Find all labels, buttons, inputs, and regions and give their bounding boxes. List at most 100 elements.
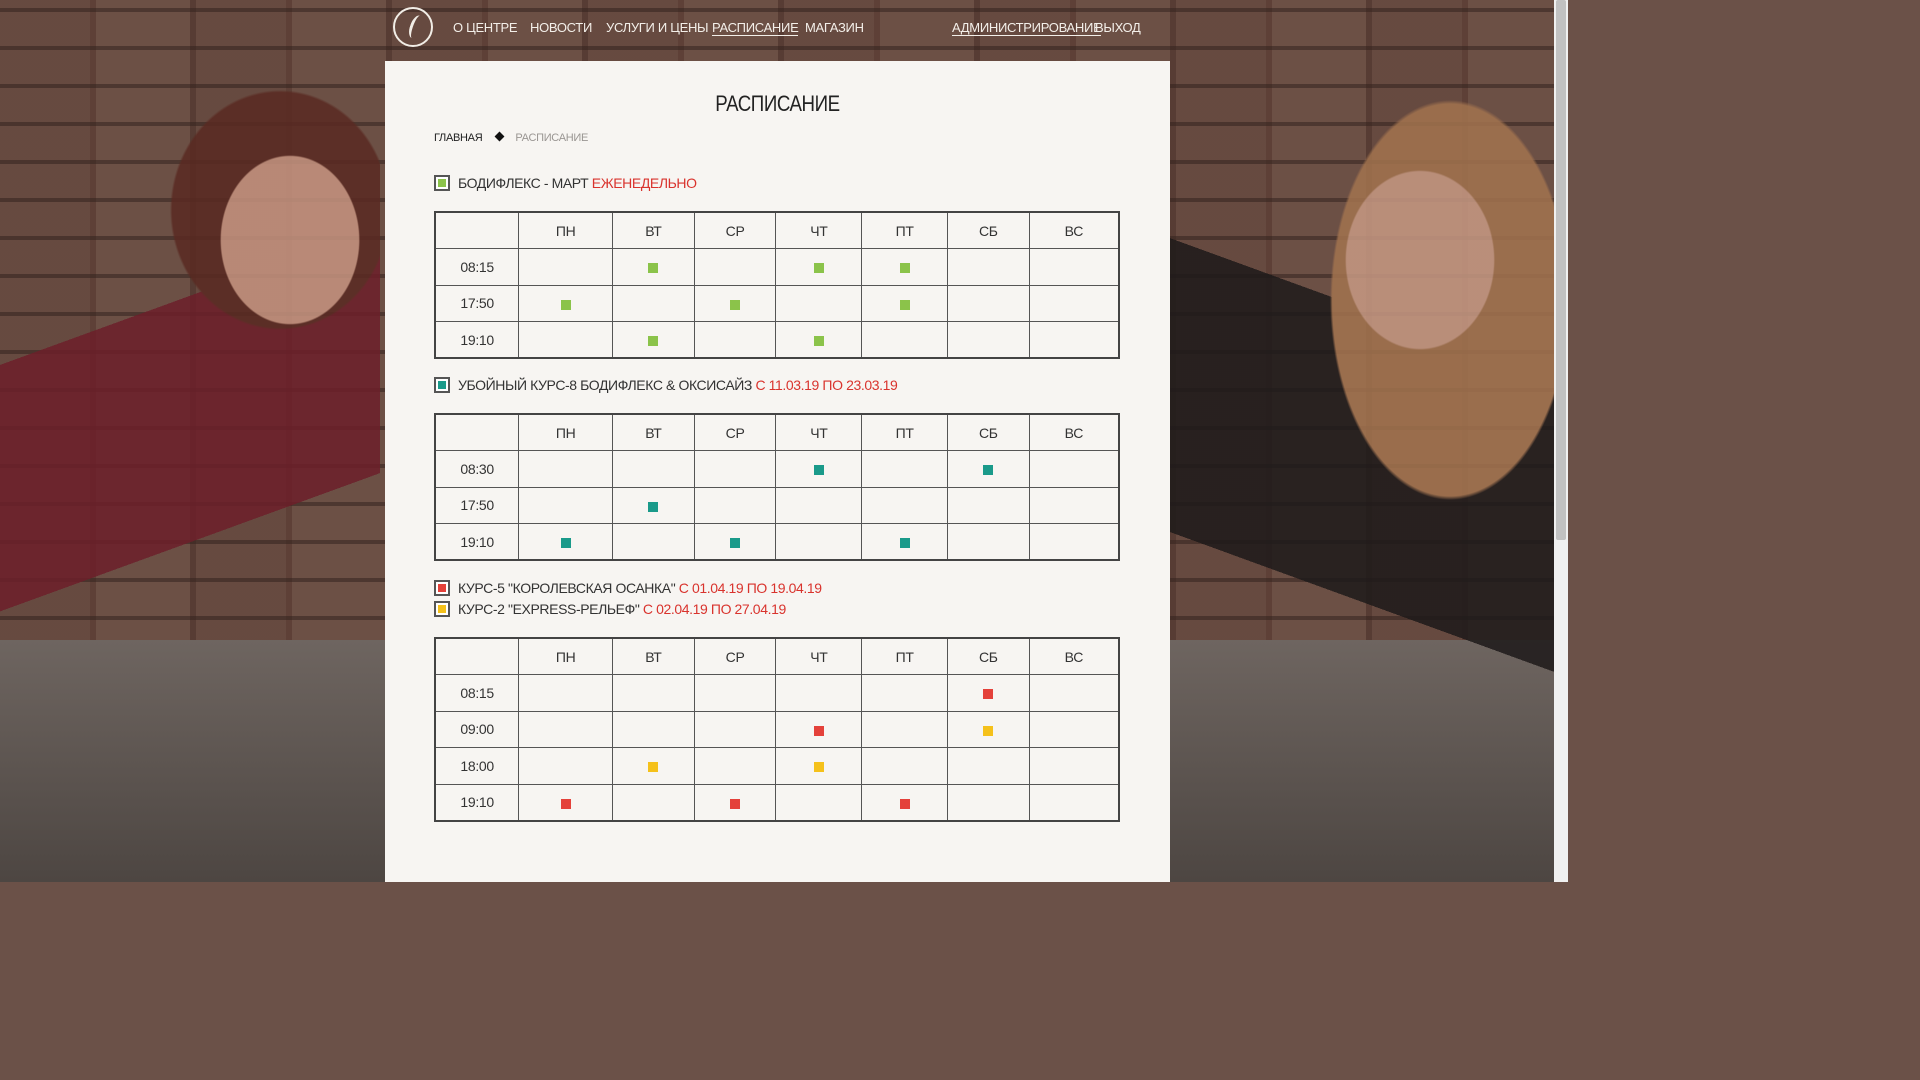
table-row: 18:00 [434, 747, 1120, 785]
nav-schedule[interactable]: РАСПИСАНИЕ [712, 20, 799, 36]
schedule-legend: БОДИФЛЕКС - МАРТ ЕЖЕНЕДЕЛЬНО [434, 175, 697, 191]
schedule-cell [518, 674, 613, 712]
class-marker-icon [899, 299, 910, 310]
schedule-cell[interactable] [693, 523, 777, 561]
background-figure-left [0, 60, 380, 820]
schedule-cell [1028, 710, 1120, 749]
breadcrumb-home[interactable]: ГЛАВНАЯ [434, 132, 483, 144]
table-row: 17:50 [434, 284, 1120, 323]
breadcrumb-current: РАСПИСАНИЕ [515, 132, 589, 144]
schedule-cell [612, 523, 695, 561]
day-header: ЧТ [775, 637, 863, 676]
schedule-cell[interactable] [861, 248, 948, 286]
day-header: СБ [946, 637, 1030, 676]
class-marker-icon [899, 798, 910, 809]
schedule-cell[interactable] [861, 523, 948, 561]
schedule-cell [775, 674, 863, 712]
schedule-cell [518, 747, 613, 785]
schedule-cell [861, 486, 948, 525]
nav-news[interactable]: НОВОСТИ [530, 20, 592, 35]
day-header: ВТ [612, 413, 695, 452]
schedule-cell[interactable] [612, 747, 695, 785]
schedule-cell [518, 710, 613, 749]
day-header: СР [693, 211, 777, 250]
class-marker-icon [813, 762, 824, 773]
legend-color-icon [434, 601, 450, 617]
time-cell: 19:10 [434, 523, 520, 561]
nav-about[interactable]: О ЦЕНТРЕ [453, 20, 518, 35]
schedule-cell[interactable] [518, 523, 613, 561]
schedule-cell [946, 747, 1030, 785]
legend-course-period: С 01.04.19 ПО 19.04.19 [678, 580, 822, 596]
nav-shop[interactable]: МАГАЗИН [805, 20, 864, 35]
schedule-cell[interactable] [612, 248, 695, 286]
time-cell: 18:00 [434, 747, 520, 785]
table-corner-cell [434, 211, 520, 250]
schedule-cell[interactable] [775, 248, 863, 286]
nav-logout[interactable]: ВЫХОД [1095, 20, 1141, 35]
schedule-cell[interactable] [518, 783, 613, 822]
schedule-cell[interactable] [518, 284, 613, 323]
schedule-cell[interactable] [693, 783, 777, 822]
schedule-cell[interactable] [946, 450, 1030, 488]
schedule-cell [775, 523, 863, 561]
legend-color-icon [434, 175, 450, 191]
schedule-cell[interactable] [775, 450, 863, 488]
schedule-cell[interactable] [612, 486, 695, 525]
top-navigation: О ЦЕНТРЕ НОВОСТИ УСЛУГИ И ЦЕНЫ РАСПИСАНИ… [385, 0, 1170, 60]
schedule-cell [775, 783, 863, 822]
schedule-cell [775, 486, 863, 525]
schedule-cell[interactable] [946, 674, 1030, 712]
class-marker-icon [560, 798, 571, 809]
class-marker-icon [813, 725, 824, 736]
schedule-cell [1028, 783, 1120, 822]
breadcrumb-separator-icon [494, 131, 505, 142]
schedule-cell [861, 450, 948, 488]
day-header: ЧТ [775, 413, 863, 452]
schedule-legend: КУРС-2 "EXPRESS-РЕЛЬЕФ" С 02.04.19 ПО 27… [434, 601, 786, 617]
schedule-cell [1028, 486, 1120, 525]
schedule-cell[interactable] [775, 747, 863, 785]
time-cell: 09:00 [434, 710, 520, 749]
logo-icon[interactable] [393, 7, 433, 47]
nav-admin[interactable]: АДМИНИСТРИРОВАНИЕ [952, 20, 1102, 36]
day-header: ПН [518, 413, 613, 452]
class-marker-icon [899, 538, 910, 549]
class-marker-icon [730, 299, 741, 310]
table-row: 19:10 [434, 523, 1120, 561]
schedule-cell [693, 747, 777, 785]
legend-color-icon [434, 580, 450, 596]
scrollbar[interactable] [1554, 0, 1568, 882]
schedule-cell[interactable] [775, 321, 863, 359]
nav-services[interactable]: УСЛУГИ И ЦЕНЫ [606, 20, 709, 35]
class-marker-icon [983, 465, 994, 476]
class-marker-icon [648, 501, 659, 512]
page-title: РАСПИСАНИЕ [715, 91, 840, 116]
schedule-cell[interactable] [861, 783, 948, 822]
day-header: ВС [1028, 413, 1120, 452]
schedule-cell [1028, 321, 1120, 359]
schedule-cell[interactable] [861, 284, 948, 323]
schedule-cell [861, 747, 948, 785]
schedule-cell [518, 248, 613, 286]
schedule-table: ПН ВТ СР ЧТ ПТ СБ ВС 08:15 17:50 19:10 [434, 211, 1120, 360]
legend-course-name: КУРС-5 "КОРОЛЕВСКАЯ ОСАНКА" [458, 580, 676, 596]
day-header: ПТ [861, 637, 948, 676]
schedule-cell[interactable] [612, 321, 695, 359]
schedule-cell [612, 284, 695, 323]
schedule-cell [518, 450, 613, 488]
time-cell: 19:10 [434, 321, 520, 359]
schedule-cell [946, 783, 1030, 822]
table-row: 19:10 [434, 321, 1120, 359]
class-marker-icon [983, 725, 994, 736]
schedule-cell[interactable] [946, 710, 1030, 749]
class-marker-icon [730, 798, 741, 809]
schedule-cell [861, 710, 948, 749]
schedule-cell[interactable] [693, 284, 777, 323]
schedule-cell[interactable] [775, 710, 863, 749]
content-panel: РАСПИСАНИЕ ГЛАВНАЯ РАСПИСАНИЕ БОДИФЛЕКС -… [385, 61, 1170, 882]
scrollbar-thumb[interactable] [1556, 0, 1566, 540]
schedule-cell [693, 321, 777, 359]
schedule-cell [1028, 284, 1120, 323]
day-header: ВС [1028, 637, 1120, 676]
